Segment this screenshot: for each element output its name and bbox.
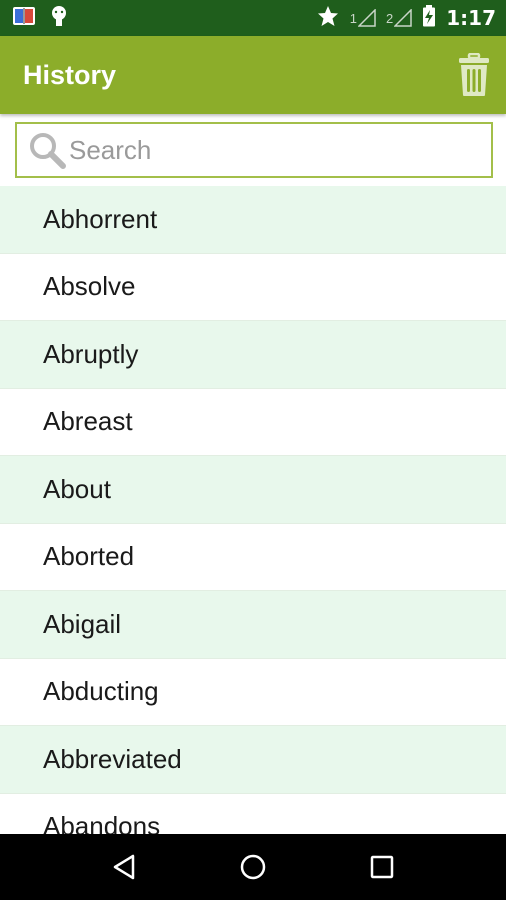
back-button[interactable] <box>104 847 144 887</box>
signal-1-icon: 1 <box>350 9 376 27</box>
history-list: Abhorrent Absolve Abruptly Abreast About… <box>0 186 506 834</box>
list-item-label: Aborted <box>43 541 135 572</box>
app-bar: History <box>0 36 506 114</box>
list-item[interactable]: Abducting <box>0 658 506 726</box>
list-item-label: Abigail <box>43 608 122 639</box>
search-box[interactable] <box>15 122 493 178</box>
list-item[interactable]: Aborted <box>0 523 506 591</box>
list-item[interactable]: Abruptly <box>0 321 506 389</box>
list-item-label: Abducting <box>43 676 159 707</box>
list-item-label: About <box>43 473 111 504</box>
trash-icon <box>459 53 489 96</box>
battery-charging-icon <box>422 4 436 32</box>
list-item[interactable]: About <box>0 456 506 524</box>
status-bar: 1 2 1:17 <box>0 0 506 36</box>
delete-history-button[interactable] <box>457 53 491 97</box>
book-app-icon <box>12 5 36 32</box>
sim2-label: 2 <box>386 11 394 26</box>
list-item-label: Abruptly <box>43 338 139 369</box>
search-icon <box>30 133 66 169</box>
list-item-label: Abbreviated <box>43 743 182 774</box>
list-item[interactable]: Abandons <box>0 793 506 834</box>
search-input[interactable] <box>69 134 491 166</box>
home-icon <box>240 854 266 880</box>
recents-button[interactable] <box>362 847 402 887</box>
list-item-label: Abandons <box>43 811 161 834</box>
list-item[interactable]: Absolve <box>0 253 506 321</box>
page-title: History <box>23 59 117 90</box>
list-item[interactable]: Abhorrent <box>0 186 506 254</box>
list-item-label: Abreast <box>43 406 133 437</box>
navigation-bar <box>0 834 506 900</box>
list-item-label: Abhorrent <box>43 203 158 234</box>
list-item[interactable]: Abbreviated <box>0 726 506 794</box>
home-button[interactable] <box>233 847 273 887</box>
list-item[interactable]: Abigail <box>0 591 506 659</box>
clock: 1:17 <box>446 6 496 30</box>
list-item-label: Absolve <box>43 271 136 302</box>
sim1-label: 1 <box>349 11 358 26</box>
recents-icon <box>370 855 393 879</box>
signal-2-icon: 2 <box>386 9 412 27</box>
list-item[interactable]: Abreast <box>0 388 506 456</box>
star-icon <box>316 4 340 33</box>
back-icon <box>114 854 135 880</box>
android-debug-icon <box>48 5 70 32</box>
